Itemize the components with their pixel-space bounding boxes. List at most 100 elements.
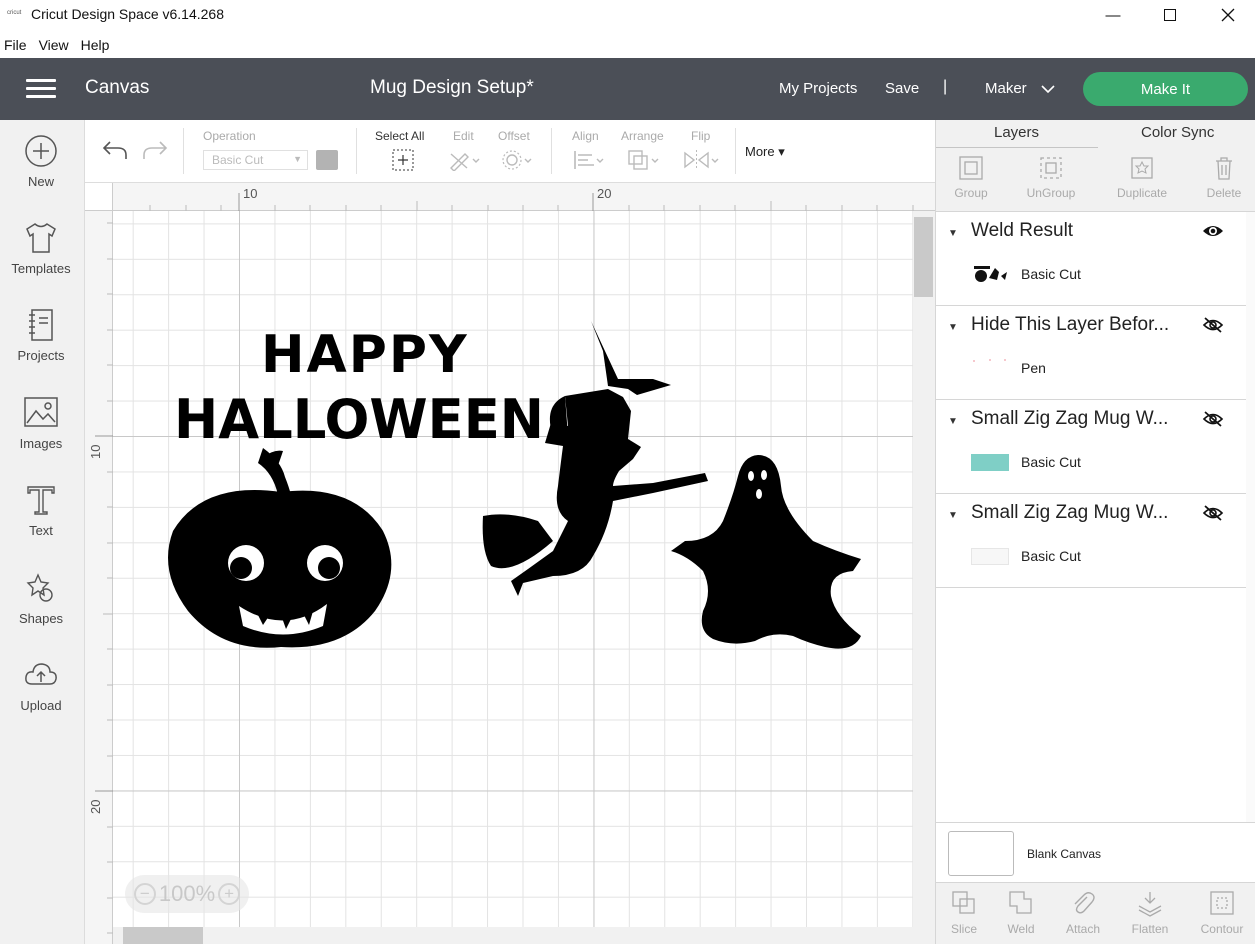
- weld-button[interactable]: Weld: [991, 889, 1051, 936]
- templates-button[interactable]: Templates: [0, 221, 82, 276]
- caret-down-icon[interactable]: ▼: [948, 322, 958, 333]
- top-ruler: 10 20: [85, 183, 935, 211]
- flatten-label: Flatten: [1131, 922, 1169, 936]
- edit-tools-icon[interactable]: [448, 149, 482, 171]
- group-label: Group: [954, 186, 988, 200]
- layers-panel: Layers Color Sync Group UnGroup Duplicat…: [935, 120, 1255, 944]
- redo-icon[interactable]: [141, 138, 169, 162]
- shapes-label: Shapes: [18, 611, 64, 626]
- minimize-button[interactable]: —: [1084, 0, 1142, 30]
- layer-operation: Basic Cut: [1021, 548, 1081, 564]
- toolbar-divider: [183, 128, 184, 174]
- ruler-ticks: [95, 222, 113, 934]
- eye-icon[interactable]: [1202, 223, 1224, 239]
- flip-label: Flip: [691, 129, 711, 143]
- arrange-icon[interactable]: [627, 149, 661, 171]
- slice-button[interactable]: Slice: [934, 889, 994, 936]
- pumpkin-image[interactable]: [168, 448, 392, 648]
- blank-canvas-swatch[interactable]: [948, 831, 1014, 876]
- slice-icon: [952, 891, 975, 914]
- flatten-button[interactable]: Flatten: [1120, 889, 1180, 936]
- machine-select[interactable]: Maker: [985, 80, 1027, 97]
- group-button[interactable]: Group: [936, 154, 1006, 200]
- menu-view[interactable]: View: [33, 34, 75, 56]
- trash-icon: [1216, 157, 1232, 180]
- tab-color-sync[interactable]: Color Sync: [1141, 124, 1214, 141]
- upload-button[interactable]: Upload: [0, 658, 82, 713]
- eye-hidden-icon[interactable]: [1202, 317, 1224, 333]
- projects-button[interactable]: Projects: [0, 308, 82, 363]
- design-canvas[interactable]: HAPPY HALLOWEEN: [113, 211, 913, 927]
- ghost-image[interactable]: [671, 455, 861, 649]
- halloween-text[interactable]: HALLOWEEN: [174, 388, 544, 451]
- close-icon: [1221, 8, 1235, 22]
- delete-button[interactable]: Delete: [1189, 154, 1255, 200]
- ruler-label-20-vertical: 20: [88, 799, 103, 814]
- flip-icon[interactable]: [683, 149, 721, 171]
- text-button[interactable]: Text: [0, 483, 82, 538]
- layers-list: ▼ Weld Result Basic Cut ▼ Hide This Laye…: [936, 212, 1246, 822]
- toolbar-divider: [356, 128, 357, 174]
- scrollbar-thumb[interactable]: [914, 217, 933, 297]
- layer-name: Hide This Layer Befor...: [971, 314, 1170, 335]
- operation-color-swatch[interactable]: [316, 150, 338, 170]
- tab-layers[interactable]: Layers: [994, 124, 1039, 141]
- new-button[interactable]: New: [0, 134, 82, 189]
- offset-icon[interactable]: [501, 149, 535, 171]
- align-label: Align: [572, 129, 599, 143]
- text-label: Text: [29, 523, 53, 538]
- horizontal-scrollbar[interactable]: [113, 927, 935, 944]
- paperclip-icon: [1074, 892, 1095, 914]
- more-menu[interactable]: More ▾: [745, 144, 785, 160]
- align-icon[interactable]: [572, 149, 606, 171]
- section-title: Canvas: [85, 77, 150, 98]
- blank-canvas-row[interactable]: Blank Canvas: [936, 822, 1255, 882]
- blank-canvas-label: Blank Canvas: [1027, 847, 1102, 861]
- contour-button[interactable]: Contour: [1192, 889, 1252, 936]
- layer-group[interactable]: ▼ Small Zig Zag Mug W... Basic Cut: [936, 400, 1246, 494]
- images-label: Images: [19, 436, 63, 451]
- vertical-scrollbar[interactable]: [913, 211, 935, 927]
- layer-group[interactable]: ▼ Weld Result Basic Cut: [936, 212, 1246, 306]
- app-header: Canvas Mug Design Setup* My Projects Sav…: [0, 58, 1255, 120]
- delete-label: Delete: [1206, 186, 1242, 200]
- witch-image[interactable]: [482, 321, 708, 596]
- my-projects-link[interactable]: My Projects: [779, 80, 857, 97]
- select-all-icon[interactable]: [392, 149, 414, 171]
- save-button[interactable]: Save: [885, 80, 919, 97]
- zoom-out-button[interactable]: −: [133, 883, 156, 905]
- ruler-ticks: [149, 193, 914, 211]
- make-it-button[interactable]: Make It: [1083, 72, 1248, 106]
- image-icon: [24, 397, 58, 427]
- layer-group[interactable]: ▼ Small Zig Zag Mug W... Basic Cut: [936, 494, 1246, 588]
- ungroup-button[interactable]: UnGroup: [1016, 154, 1086, 200]
- zoom-in-button[interactable]: +: [218, 883, 241, 905]
- eye-hidden-icon[interactable]: [1202, 411, 1224, 427]
- caret-down-icon[interactable]: ▼: [948, 416, 958, 427]
- new-label: New: [27, 174, 54, 189]
- layer-group[interactable]: ▼ Hide This Layer Befor... Pen: [936, 306, 1246, 400]
- menu-file[interactable]: File: [0, 34, 33, 56]
- hamburger-menu-icon[interactable]: [26, 79, 56, 99]
- shapes-button[interactable]: Shapes: [0, 571, 82, 626]
- layers-scrollbar[interactable]: [1246, 212, 1255, 822]
- caret-down-icon[interactable]: ▼: [948, 228, 958, 239]
- duplicate-button[interactable]: Duplicate: [1107, 154, 1177, 200]
- layer-name: Small Zig Zag Mug W...: [971, 408, 1169, 429]
- menu-help[interactable]: Help: [75, 34, 116, 56]
- maximize-button[interactable]: [1141, 0, 1199, 30]
- operation-select[interactable]: Basic Cut ▼: [203, 150, 308, 170]
- duplicate-icon: [1131, 157, 1153, 179]
- ungroup-icon: [1040, 157, 1062, 179]
- eye-hidden-icon[interactable]: [1202, 505, 1224, 521]
- images-button[interactable]: Images: [0, 396, 82, 451]
- attach-button[interactable]: Attach: [1053, 889, 1113, 936]
- left-toolbar: New Templates Projects Images Text Shape…: [0, 120, 85, 944]
- caret-down-icon[interactable]: ▼: [948, 510, 958, 521]
- scrollbar-thumb[interactable]: [123, 927, 203, 944]
- happy-text[interactable]: HAPPY: [261, 325, 469, 385]
- ruler-label-20: 20: [597, 186, 612, 201]
- close-button[interactable]: [1199, 0, 1255, 30]
- chevron-down-icon[interactable]: [1040, 81, 1056, 97]
- undo-icon[interactable]: [101, 138, 129, 162]
